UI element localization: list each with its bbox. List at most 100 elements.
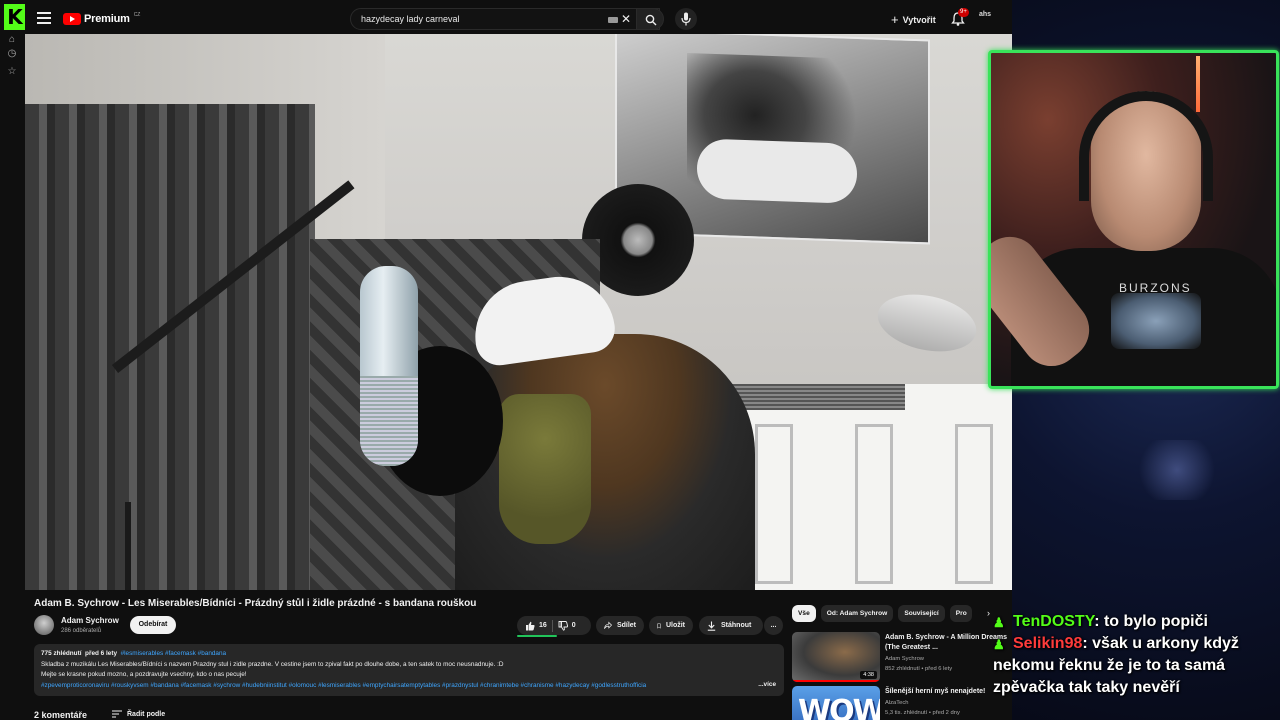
recommendation-channel[interactable]: Adam Sychrow <box>885 656 924 662</box>
recommendation-title[interactable]: Adam B. Sychrow - A Million Dreams (The … <box>885 633 1010 653</box>
youtube-play-icon <box>63 13 81 25</box>
top-bar: Premium CZ hazydecay lady carneval ✕ + Vy… <box>25 4 1012 34</box>
home-icon[interactable]: ⌂ <box>6 34 18 46</box>
chevron-right-icon[interactable]: › <box>987 608 990 618</box>
youtube-logo[interactable]: Premium CZ <box>63 12 140 26</box>
mic-grille <box>360 376 418 466</box>
download-button[interactable]: Stáhnout <box>699 616 763 635</box>
chip-for-you[interactable]: Pro <box>949 605 972 622</box>
search-icon <box>645 14 657 26</box>
chat-badge-icon: ♟ <box>993 637 1005 652</box>
thumbs-up-icon <box>526 621 535 630</box>
show-more-link[interactable]: ...více <box>756 680 776 691</box>
search-button[interactable] <box>636 8 664 30</box>
history-icon[interactable]: ◷ <box>6 48 18 60</box>
chip-all[interactable]: Vše <box>792 605 816 622</box>
account-avatar[interactable]: ahs <box>979 11 997 27</box>
create-label: Vytvořit <box>902 14 936 25</box>
recommendation-thumbnail[interactable]: 4:38 <box>792 632 880 682</box>
share-button[interactable]: Sdílet <box>596 616 644 635</box>
menu-icon[interactable] <box>37 12 51 24</box>
chat-badge-icon: ♟ <box>993 615 1005 630</box>
recommendation-thumbnail[interactable]: WOW <box>792 686 880 720</box>
clear-search-icon[interactable]: ✕ <box>621 12 631 26</box>
microphone-icon <box>681 12 691 26</box>
create-button[interactable]: + Vytvořit <box>891 12 936 27</box>
description-meta: 775 zhlédnutí před 6 lety #lesmiserables… <box>41 649 777 660</box>
chip-related[interactable]: Související <box>898 605 945 622</box>
upload-age: před 6 lety <box>85 650 118 657</box>
divider <box>551 619 553 632</box>
plus-icon: + <box>891 12 899 27</box>
chat-message: ♟ TenDOSTY: to bylo popiči <box>993 611 1278 633</box>
more-actions-button[interactable]: ... <box>764 616 783 635</box>
notification-badge: 9+ <box>958 8 969 17</box>
video-title: Adam B. Sychrow - Les Miserables/Bídníci… <box>34 598 477 609</box>
watch-progress-bar <box>792 680 880 682</box>
recommendation-channel[interactable]: AlzaTech <box>885 700 909 706</box>
window-pane <box>955 424 993 584</box>
recommendation-item[interactable]: WOW Šílenější herní myš nenajdete! AlzaT… <box>792 686 1012 720</box>
like-button[interactable]: 16 <box>525 621 547 631</box>
channel-avatar[interactable] <box>34 615 54 635</box>
description-line: Mejte se krasne pokud mozno, a pozdravuj… <box>41 671 247 679</box>
sort-label: Řadit podle <box>127 710 166 718</box>
dislike-button[interactable]: 0 <box>558 620 576 631</box>
share-label: Sdílet <box>616 622 636 629</box>
recommendation-item[interactable]: 4:38 Adam B. Sychrow - A Million Dreams … <box>792 632 1012 688</box>
recommendation-title[interactable]: Šílenější herní myš nenajdete! <box>885 687 1010 697</box>
chat-text: : to bylo popiči <box>1094 613 1208 630</box>
video-acoustic-foam <box>25 104 315 590</box>
chat-username[interactable]: Selikin98 <box>1013 635 1082 652</box>
streamer-webcam: BURZONS <box>988 50 1279 389</box>
download-label: Stáhnout <box>721 622 752 629</box>
like-ratio-bar <box>517 635 557 637</box>
channel-name[interactable]: Adam Sychrow <box>61 616 119 625</box>
screen: K ⌂ ◷ ☆ Premium CZ hazydecay lady carnev… <box>0 0 1280 720</box>
description-box[interactable]: 775 zhlédnutí před 6 lety #lesmiserables… <box>34 644 784 696</box>
dislike-count: 0 <box>571 622 576 629</box>
description-hashtags[interactable]: #zpevemproticoronaviru #rouskyvsem #band… <box>41 681 753 692</box>
bookmark-icon <box>657 623 661 629</box>
window-pane <box>755 424 793 584</box>
webcam-shirt-print <box>1111 293 1201 349</box>
video-microphone <box>360 266 418 466</box>
video-lamp <box>872 286 982 360</box>
thumbnail-text: WOW <box>798 694 880 720</box>
comment-count: 2 komentáře <box>34 710 88 720</box>
video-blinds <box>725 384 905 410</box>
recommendation-meta: 852 zhlédnutí • před 6 lety <box>885 666 953 672</box>
video-player[interactable] <box>25 34 1012 590</box>
thumbs-down-icon <box>558 620 568 631</box>
save-label: Uložit <box>665 622 685 629</box>
voice-search-button[interactable] <box>675 8 697 30</box>
video-window <box>715 384 1012 590</box>
brand-label: Premium <box>84 13 130 25</box>
video-bandana <box>499 394 591 544</box>
chat-username[interactable]: TenDOSTY <box>1013 613 1094 630</box>
top-hashtags[interactable]: #lesmiserables #facemask #bandana <box>121 650 227 657</box>
keyboard-icon[interactable] <box>608 17 618 23</box>
subscribe-button[interactable]: Odebírat <box>130 616 176 634</box>
shirt-text: BURZONS <box>1119 281 1192 295</box>
more-actions-label: ... <box>770 622 777 629</box>
subscriber-count: 286 odběratelů <box>61 628 102 634</box>
kick-logo[interactable]: K <box>4 4 26 30</box>
backdrop-glow <box>1132 440 1222 500</box>
chip-from-channel[interactable]: Od: Adam Sychrow <box>820 605 894 622</box>
like-count: 16 <box>539 622 547 629</box>
video-mic-stand <box>125 502 131 590</box>
video-duration: 4:38 <box>860 671 877 679</box>
chat-message: ♟ Selikin98: však u arkony když nekomu ře… <box>993 633 1278 699</box>
star-icon[interactable]: ☆ <box>6 66 18 78</box>
save-button[interactable]: Uložit <box>649 616 693 635</box>
kick-sidebar: K ⌂ ◷ ☆ <box>0 0 26 720</box>
search-query: hazydecay lady carneval <box>361 14 460 24</box>
sort-comments-button[interactable]: Řadit podle <box>112 710 165 718</box>
search-input[interactable]: hazydecay lady carneval ✕ <box>350 8 660 30</box>
sort-icon <box>112 710 122 718</box>
poster-guitar <box>697 138 857 204</box>
recommendation-meta: 5,3 tis. zhlédnutí • před 2 dny <box>885 710 960 716</box>
share-icon <box>604 621 612 629</box>
brand-region: CZ <box>133 12 141 18</box>
